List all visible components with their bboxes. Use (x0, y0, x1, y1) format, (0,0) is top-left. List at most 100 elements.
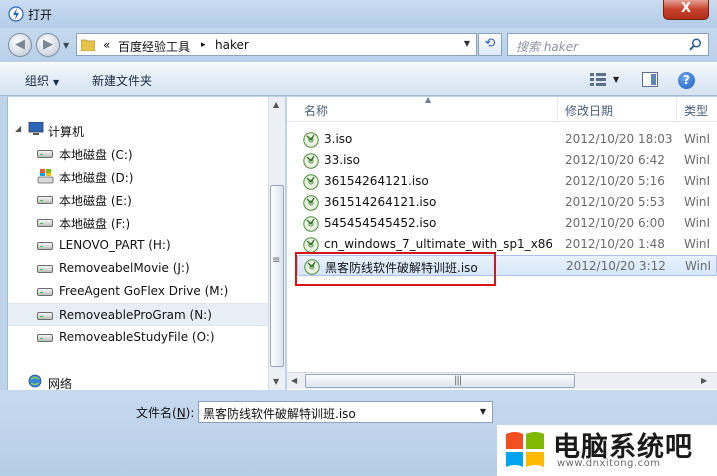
search-input[interactable]: 搜索 haker (507, 33, 709, 56)
nav-item-drive-c[interactable]: 本地磁盘 (C:) (8, 142, 268, 165)
disc-image-icon (303, 237, 319, 253)
expand-arrow-icon[interactable]: ◢ (15, 124, 21, 133)
computer-icon (28, 122, 44, 135)
filename-input[interactable]: 黑客防线软件破解特训班.iso ▼ (198, 401, 493, 423)
window-title: 打开 (28, 8, 53, 22)
file-name: 545454545452.iso (324, 216, 437, 230)
horizontal-scrollbar[interactable]: ◀ ||| ▶ (287, 372, 717, 389)
nav-item-drive-j[interactable]: RemoveabelMovie (J:) (8, 257, 268, 280)
nav-item-computer[interactable]: ◢ 计算机 (8, 119, 268, 142)
file-type: WinI (684, 153, 711, 167)
file-row[interactable]: 3.iso 2012/10/20 18:03 WinI (297, 129, 717, 150)
column-header-date[interactable]: 修改日期 (565, 102, 613, 119)
chevron-down-icon: ▼ (53, 78, 60, 87)
file-type: WinI (684, 195, 711, 209)
search-icon[interactable] (689, 38, 702, 51)
nav-item-drive-o[interactable]: RemoveableStudyFile (O:) (8, 326, 268, 349)
sort-ascending-icon: ▲ (425, 97, 432, 104)
drive-icon (37, 219, 53, 227)
address-dropdown-icon[interactable]: ▼ (464, 39, 470, 48)
windows-drive-icon (37, 169, 54, 184)
new-folder-button[interactable]: 新建文件夹 (92, 72, 152, 89)
address-bar: ◀ ▶ ▼ « 百度经验工具 ▸ haker ▼ ⟲ 搜索 haker (0, 28, 717, 62)
nav-item-drive-d[interactable]: 本地磁盘 (D:) (8, 165, 268, 188)
file-date: 2012/10/20 6:42 (565, 153, 665, 167)
annotation-highlight-box (295, 252, 496, 286)
column-header-row: ▲ 名称 修改日期 类型 (287, 97, 717, 122)
file-row[interactable]: 33.iso 2012/10/20 6:42 WinI (297, 150, 717, 171)
nav-label-drive: LENOVO_PART (H:) (59, 238, 171, 252)
scroll-left-icon[interactable]: ◀ (291, 376, 297, 385)
scroll-up-icon[interactable]: ▲ (273, 100, 279, 109)
horizontal-scroll-thumb[interactable]: ||| (305, 374, 575, 388)
grip-icon: ||| (454, 375, 462, 386)
column-divider[interactable] (676, 97, 677, 122)
file-row[interactable]: 36154264121.iso 2012/10/20 5:16 WinI (297, 171, 717, 192)
nav-label-drive: 本地磁盘 (E:) (59, 194, 132, 208)
nav-item-network[interactable]: 网络 (8, 371, 268, 390)
nav-label-drive: 本地磁盘 (C:) (59, 148, 133, 162)
nav-scrollbar[interactable]: ▲ ≡ ▼ (268, 97, 285, 390)
nav-item-drive-m[interactable]: FreeAgent GoFlex Drive (M:) (8, 280, 268, 303)
view-dropdown-icon[interactable]: ▼ (613, 75, 619, 84)
file-type: WinI (684, 174, 711, 188)
navigation-pane: ◢ 计算机 本地磁盘 (C:) 本地磁盘 (D:) 本地磁盘 (E:) 本地磁盘… (7, 97, 268, 390)
back-button[interactable]: ◀ (8, 33, 32, 57)
nav-label-drive: 本地磁盘 (D:) (59, 171, 134, 185)
file-date: 2012/10/20 3:12 (566, 259, 666, 273)
file-type: WinI (684, 132, 711, 146)
drive-icon (37, 196, 53, 204)
close-button[interactable]: X (663, 0, 709, 20)
file-row[interactable]: 361514264121.iso 2012/10/20 5:53 WinI (297, 192, 717, 213)
nav-item-drive-e[interactable]: 本地磁盘 (E:) (8, 188, 268, 211)
nav-label-drive: RemoveableStudyFile (O:) (59, 330, 215, 344)
column-header-type[interactable]: 类型 (684, 102, 708, 119)
file-name: 36154264121.iso (324, 174, 429, 188)
watermark-url: www.dnxitong.com (557, 458, 661, 469)
disc-image-icon (303, 216, 319, 232)
command-toolbar: 组织 ▼ 新建文件夹 ▼ ? (0, 62, 717, 96)
folder-icon (81, 39, 95, 51)
disc-image-icon (303, 174, 319, 190)
address-path-box[interactable]: « 百度经验工具 ▸ haker ▼ (76, 33, 477, 56)
refresh-button[interactable]: ⟲ (478, 33, 502, 56)
drive-icon (37, 334, 53, 342)
help-icon[interactable]: ? (678, 72, 695, 89)
chevron-down-icon[interactable]: ▼ (480, 407, 486, 416)
breadcrumb-item-haker[interactable]: haker (215, 38, 249, 52)
breadcrumb-item-tools[interactable]: 百度经验工具 (118, 38, 190, 55)
back-arrow-icon: ◀ (15, 37, 25, 52)
nav-label-drive: 本地磁盘 (F:) (59, 217, 131, 231)
grip-icon: ≡ (272, 255, 281, 266)
filename-label: 文件名(N): (136, 406, 195, 420)
nav-label-drive: RemoveabelMovie (J:) (59, 261, 190, 275)
nav-item-drive-n[interactable]: RemoveableProGram (N:) (8, 303, 268, 326)
organize-button[interactable]: 组织 ▼ (25, 72, 59, 89)
file-row[interactable]: 545454545452.iso 2012/10/20 6:00 WinI (297, 213, 717, 234)
preview-pane-icon[interactable] (642, 72, 658, 87)
file-name: 33.iso (324, 153, 361, 167)
forward-button[interactable]: ▶ (36, 33, 60, 57)
open-dialog-icon (8, 6, 24, 22)
nav-item-drive-f[interactable]: 本地磁盘 (F:) (8, 211, 268, 234)
watermark: 电脑系统吧 www.dnxitong.com (497, 425, 717, 476)
scroll-down-icon[interactable]: ▼ (273, 377, 279, 386)
view-options-icon[interactable] (590, 73, 606, 87)
nav-item-drive-h[interactable]: LENOVO_PART (H:) (8, 234, 268, 257)
nav-label-drive: FreeAgent GoFlex Drive (M:) (59, 284, 229, 298)
file-name: cn_windows_7_ultimate_with_sp1_x86_... (324, 237, 552, 251)
file-date: 2012/10/20 6:00 (565, 216, 665, 230)
recent-locations-dropdown[interactable]: ▼ (63, 41, 69, 50)
disc-image-icon (303, 153, 319, 169)
scroll-right-icon[interactable]: ▶ (701, 376, 707, 385)
column-divider[interactable] (557, 97, 558, 122)
disc-image-icon (303, 132, 319, 148)
filename-value: 黑客防线软件破解特训班.iso (203, 407, 356, 421)
breadcrumb-separator[interactable]: ▸ (201, 40, 206, 50)
breadcrumb-overflow[interactable]: « (103, 38, 110, 52)
forward-arrow-icon: ▶ (43, 37, 53, 52)
file-type: WinI (684, 237, 711, 251)
nav-scroll-thumb[interactable] (270, 185, 284, 367)
drive-icon (37, 150, 53, 158)
column-header-name[interactable]: 名称 (304, 102, 328, 119)
